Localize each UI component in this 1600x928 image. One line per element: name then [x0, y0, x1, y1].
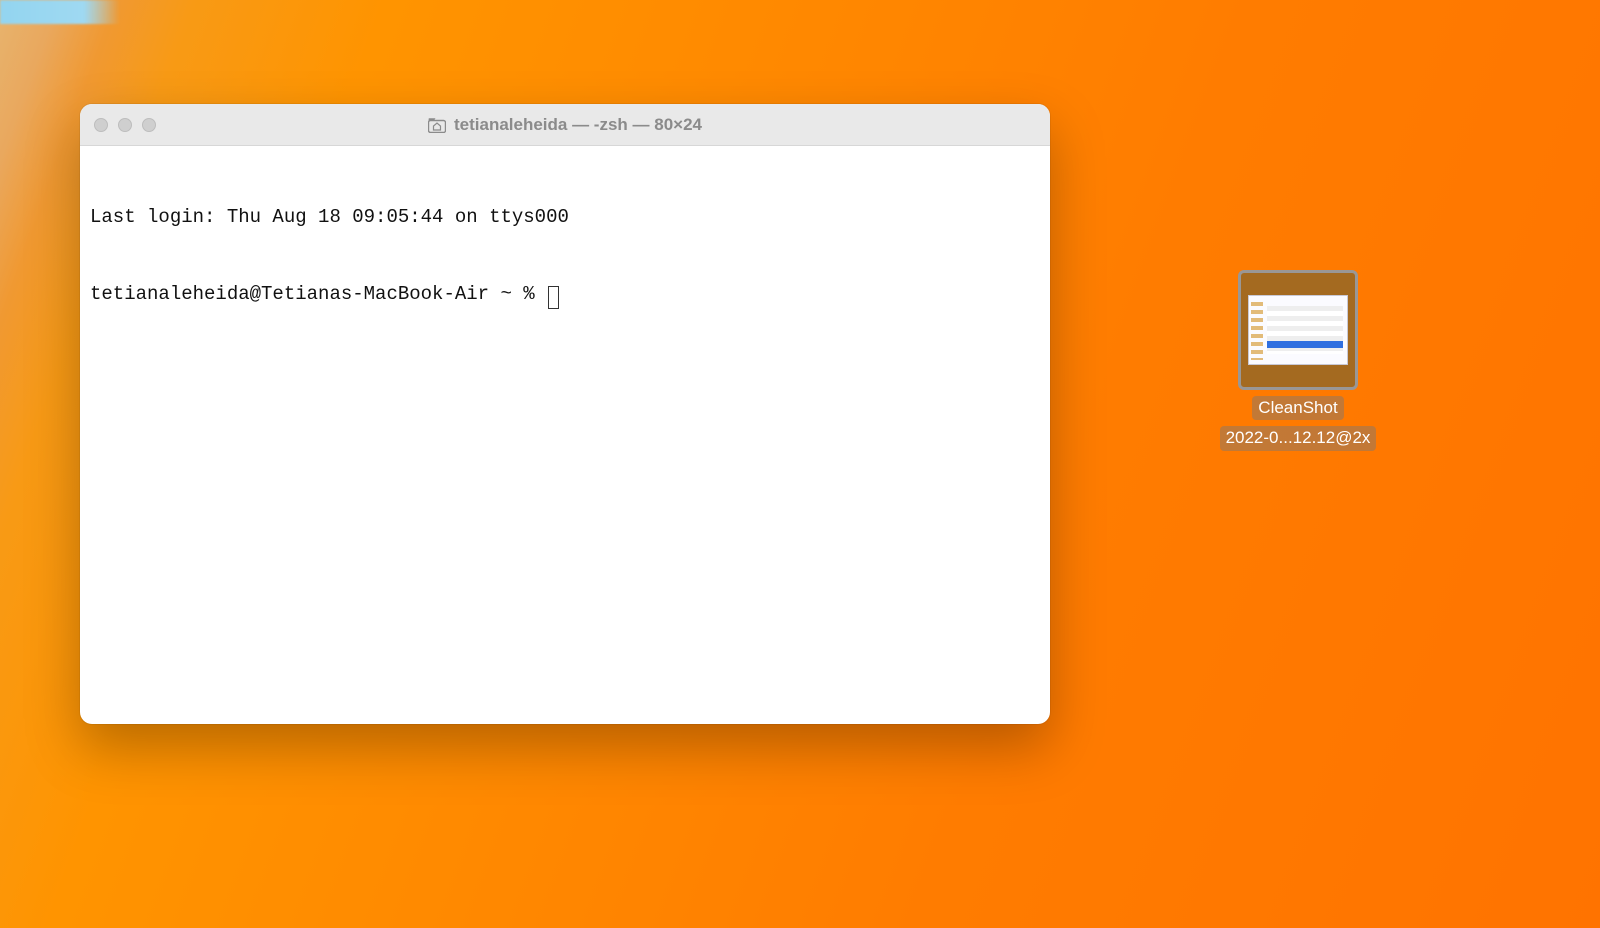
wallpaper-sky-sliver: [0, 0, 120, 24]
home-folder-icon: [428, 117, 446, 133]
terminal-output-line: Last login: Thu Aug 18 09:05:44 on ttys0…: [90, 205, 1040, 231]
terminal-cursor[interactable]: [548, 286, 559, 309]
terminal-prompt: tetianaleheida@Tetianas-MacBook-Air ~ %: [90, 282, 546, 308]
file-name-line-1: CleanShot: [1252, 396, 1343, 420]
close-button[interactable]: [94, 118, 108, 132]
file-thumbnail: [1238, 270, 1358, 390]
window-title-text: tetianaleheida — -zsh — 80×24: [454, 115, 702, 135]
window-title: tetianaleheida — -zsh — 80×24: [428, 115, 702, 135]
file-name-line-2: 2022-0...12.12@2x: [1220, 426, 1377, 450]
terminal-prompt-row: tetianaleheida@Tetianas-MacBook-Air ~ %: [90, 282, 1040, 308]
minimize-button[interactable]: [118, 118, 132, 132]
traffic-lights: [94, 118, 156, 132]
window-titlebar[interactable]: tetianaleheida — -zsh — 80×24: [80, 104, 1050, 146]
zoom-button[interactable]: [142, 118, 156, 132]
terminal-window: tetianaleheida — -zsh — 80×24 Last login…: [80, 104, 1050, 724]
desktop-file-cleanshot[interactable]: CleanShot 2022-0...12.12@2x: [1198, 270, 1398, 451]
terminal-body[interactable]: Last login: Thu Aug 18 09:05:44 on ttys0…: [80, 146, 1050, 724]
